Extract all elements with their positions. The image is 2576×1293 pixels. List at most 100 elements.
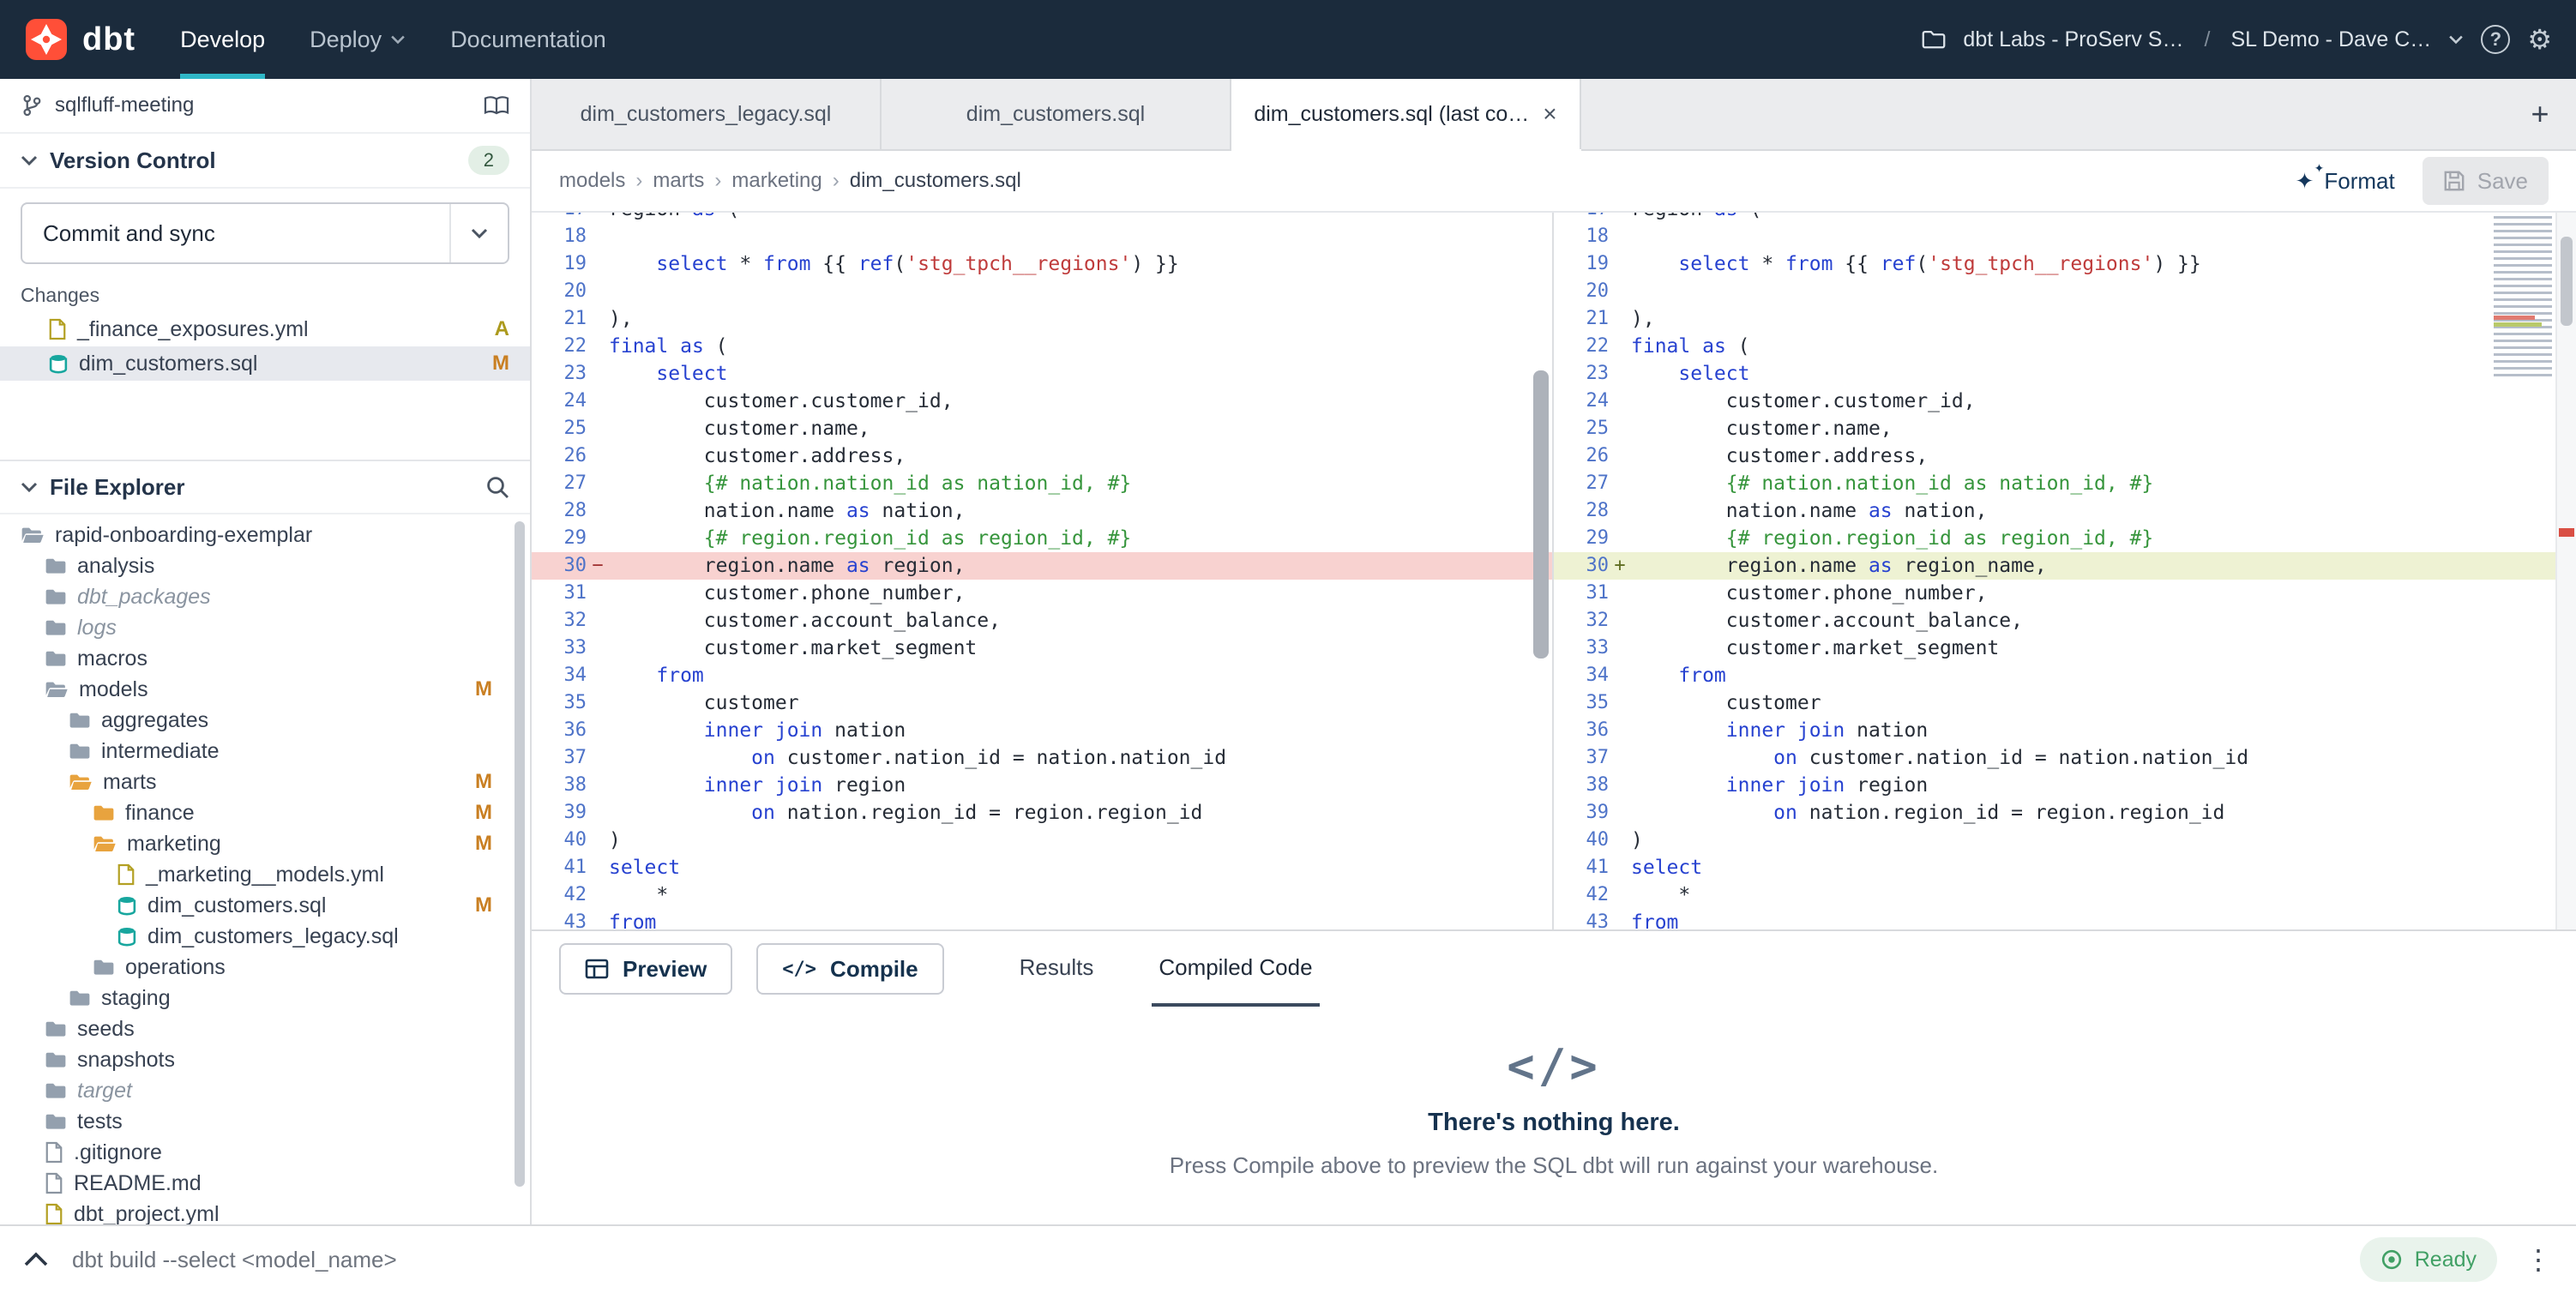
code-text: inner join nation — [1631, 717, 1928, 744]
tree-item[interactable]: rapid-onboarding-exemplar — [0, 520, 530, 550]
tab-label: dim_customers_legacy.sql — [581, 102, 832, 127]
folder-grey-icon — [93, 958, 115, 977]
tree-item[interactable]: martsM — [0, 767, 530, 797]
code-text: customer — [1631, 689, 1821, 717]
dbt-logo[interactable]: dbt — [24, 0, 135, 79]
editor-tab[interactable]: dim_customers.sql — [882, 79, 1231, 149]
tree-item[interactable]: target — [0, 1075, 530, 1106]
editor-tab[interactable]: dim_customers.sql (last co…× — [1231, 79, 1581, 149]
save-button[interactable]: Save — [2423, 157, 2549, 205]
tree-item[interactable]: dbt_packages — [0, 581, 530, 612]
left-pane-scrollbar[interactable] — [1533, 370, 1549, 659]
minimap-deletion-mark — [2494, 316, 2535, 320]
line-number: 23 — [1554, 360, 1609, 388]
tree-item[interactable]: seeds — [0, 1013, 530, 1044]
nav-item-deploy[interactable]: Deploy — [310, 0, 406, 79]
diff-marker — [587, 854, 609, 881]
file-explorer-header[interactable]: File Explorer — [0, 460, 530, 514]
tree-item[interactable]: intermediate — [0, 736, 530, 767]
diff-marker — [1609, 634, 1631, 662]
tree-item[interactable]: analysis — [0, 550, 530, 581]
chevron-up-icon[interactable] — [24, 1252, 48, 1267]
editor-tab[interactable]: dim_customers_legacy.sql — [532, 79, 882, 149]
panel-tab-results[interactable]: Results — [1013, 931, 1101, 1007]
breadcrumb-item[interactable]: models — [559, 169, 625, 193]
panel-tab-compiled-code[interactable]: Compiled Code — [1152, 931, 1319, 1007]
file-tree: rapid-onboarding-exemplaranalysisdbt_pac… — [0, 514, 530, 1224]
command-input[interactable]: dbt build --select <model_name> — [72, 1247, 397, 1273]
diff-marker — [587, 689, 609, 717]
docs-book-icon[interactable] — [484, 94, 509, 117]
tree-item[interactable]: aggregates — [0, 705, 530, 736]
breadcrumb-item[interactable]: marts — [653, 169, 704, 193]
tree-item[interactable]: dim_customers_legacy.sql — [0, 921, 530, 952]
breadcrumb-item[interactable]: marketing — [731, 169, 822, 193]
commit-and-sync-button[interactable]: Commit and sync — [21, 202, 509, 264]
compile-button[interactable]: </> Compile — [756, 943, 943, 995]
version-control-header[interactable]: Version Control 2 — [0, 134, 530, 189]
bottom-panel: Preview </> Compile Results Compiled Code… — [532, 929, 2576, 1224]
nav-item-develop[interactable]: Develop — [180, 0, 265, 79]
tree-item[interactable]: tests — [0, 1106, 530, 1137]
help-icon[interactable]: ? — [2481, 25, 2510, 54]
code-line: 20 — [1554, 278, 2576, 305]
project-name[interactable]: SL Demo - Dave C… — [2230, 27, 2431, 52]
preview-button[interactable]: Preview — [559, 943, 732, 995]
tree-item[interactable]: staging — [0, 983, 530, 1013]
code-text: customer.address, — [609, 442, 906, 470]
tree-item[interactable]: _marketing__models.yml — [0, 859, 530, 890]
diff-marker — [1609, 250, 1631, 278]
tree-item[interactable]: marketingM — [0, 828, 530, 859]
changed-files-list: _finance_exposures.ymlAdim_customers.sql… — [0, 312, 530, 381]
line-number: 25 — [532, 415, 587, 442]
scrollbar-thumb[interactable] — [2561, 237, 2573, 326]
tree-item[interactable]: snapshots — [0, 1044, 530, 1075]
line-number: 39 — [1554, 799, 1609, 827]
kebab-menu-icon[interactable]: ⋮ — [2525, 1243, 2552, 1276]
folder-grey-icon — [45, 1019, 67, 1038]
tree-item[interactable]: financeM — [0, 797, 530, 828]
chevron-down-icon[interactable] — [2448, 34, 2464, 45]
git-branch-icon — [21, 93, 43, 117]
diff-pane-original[interactable]: 17region as (1819 select * from {{ ref('… — [532, 213, 1554, 929]
diff-marker — [587, 744, 609, 772]
sidebar-scrollbar[interactable] — [515, 521, 525, 1187]
tree-item[interactable]: dim_customers.sqlM — [0, 890, 530, 921]
tree-item[interactable]: README.md — [0, 1168, 530, 1199]
overview-ruler[interactable] — [2555, 213, 2576, 929]
breadcrumb-item[interactable]: dim_customers.sql — [850, 169, 1021, 193]
new-tab-button[interactable]: + — [2504, 79, 2576, 149]
file-explorer-title: File Explorer — [50, 474, 185, 501]
format-button[interactable]: ✦✦ Format — [2296, 168, 2395, 195]
commit-options-chevron[interactable] — [449, 204, 508, 262]
tree-item[interactable]: operations — [0, 952, 530, 983]
tree-item[interactable]: dbt_project.yml — [0, 1199, 530, 1224]
git-branch-selector[interactable]: sqlfluff-meeting — [0, 79, 530, 134]
account-name[interactable]: dbt Labs - ProServ S… — [1963, 27, 2183, 52]
tree-item[interactable]: modelsM — [0, 674, 530, 705]
diff-marker — [587, 580, 609, 607]
model-file-icon — [117, 926, 137, 947]
search-icon[interactable] — [485, 475, 509, 499]
diff-marker — [1609, 580, 1631, 607]
line-number: 26 — [532, 442, 587, 470]
code-text: customer.customer_id, — [1631, 388, 1976, 415]
changed-file-row[interactable]: dim_customers.sqlM — [0, 346, 530, 381]
minimap[interactable] — [2494, 216, 2552, 381]
folder-open-orange-icon — [69, 773, 93, 791]
diff-marker — [1609, 213, 1631, 223]
code-line: 22final as ( — [532, 333, 1552, 360]
code-line: 24 customer.customer_id, — [532, 388, 1552, 415]
tree-item[interactable]: macros — [0, 643, 530, 674]
code-text: {# nation.nation_id as nation_id, #} — [609, 470, 1131, 497]
tree-item[interactable]: logs — [0, 612, 530, 643]
diff-pane-modified[interactable]: 17region as (1819 select * from {{ ref('… — [1554, 213, 2576, 929]
tree-item[interactable]: .gitignore — [0, 1137, 530, 1168]
close-icon[interactable]: × — [1543, 100, 1556, 128]
folder-grey-icon — [69, 711, 91, 730]
code-line: 40) — [532, 827, 1552, 854]
nav-item-documentation[interactable]: Documentation — [450, 0, 606, 79]
gear-icon[interactable]: ⚙ — [2527, 26, 2552, 53]
line-number: 27 — [1554, 470, 1609, 497]
changed-file-row[interactable]: _finance_exposures.ymlA — [0, 312, 530, 346]
